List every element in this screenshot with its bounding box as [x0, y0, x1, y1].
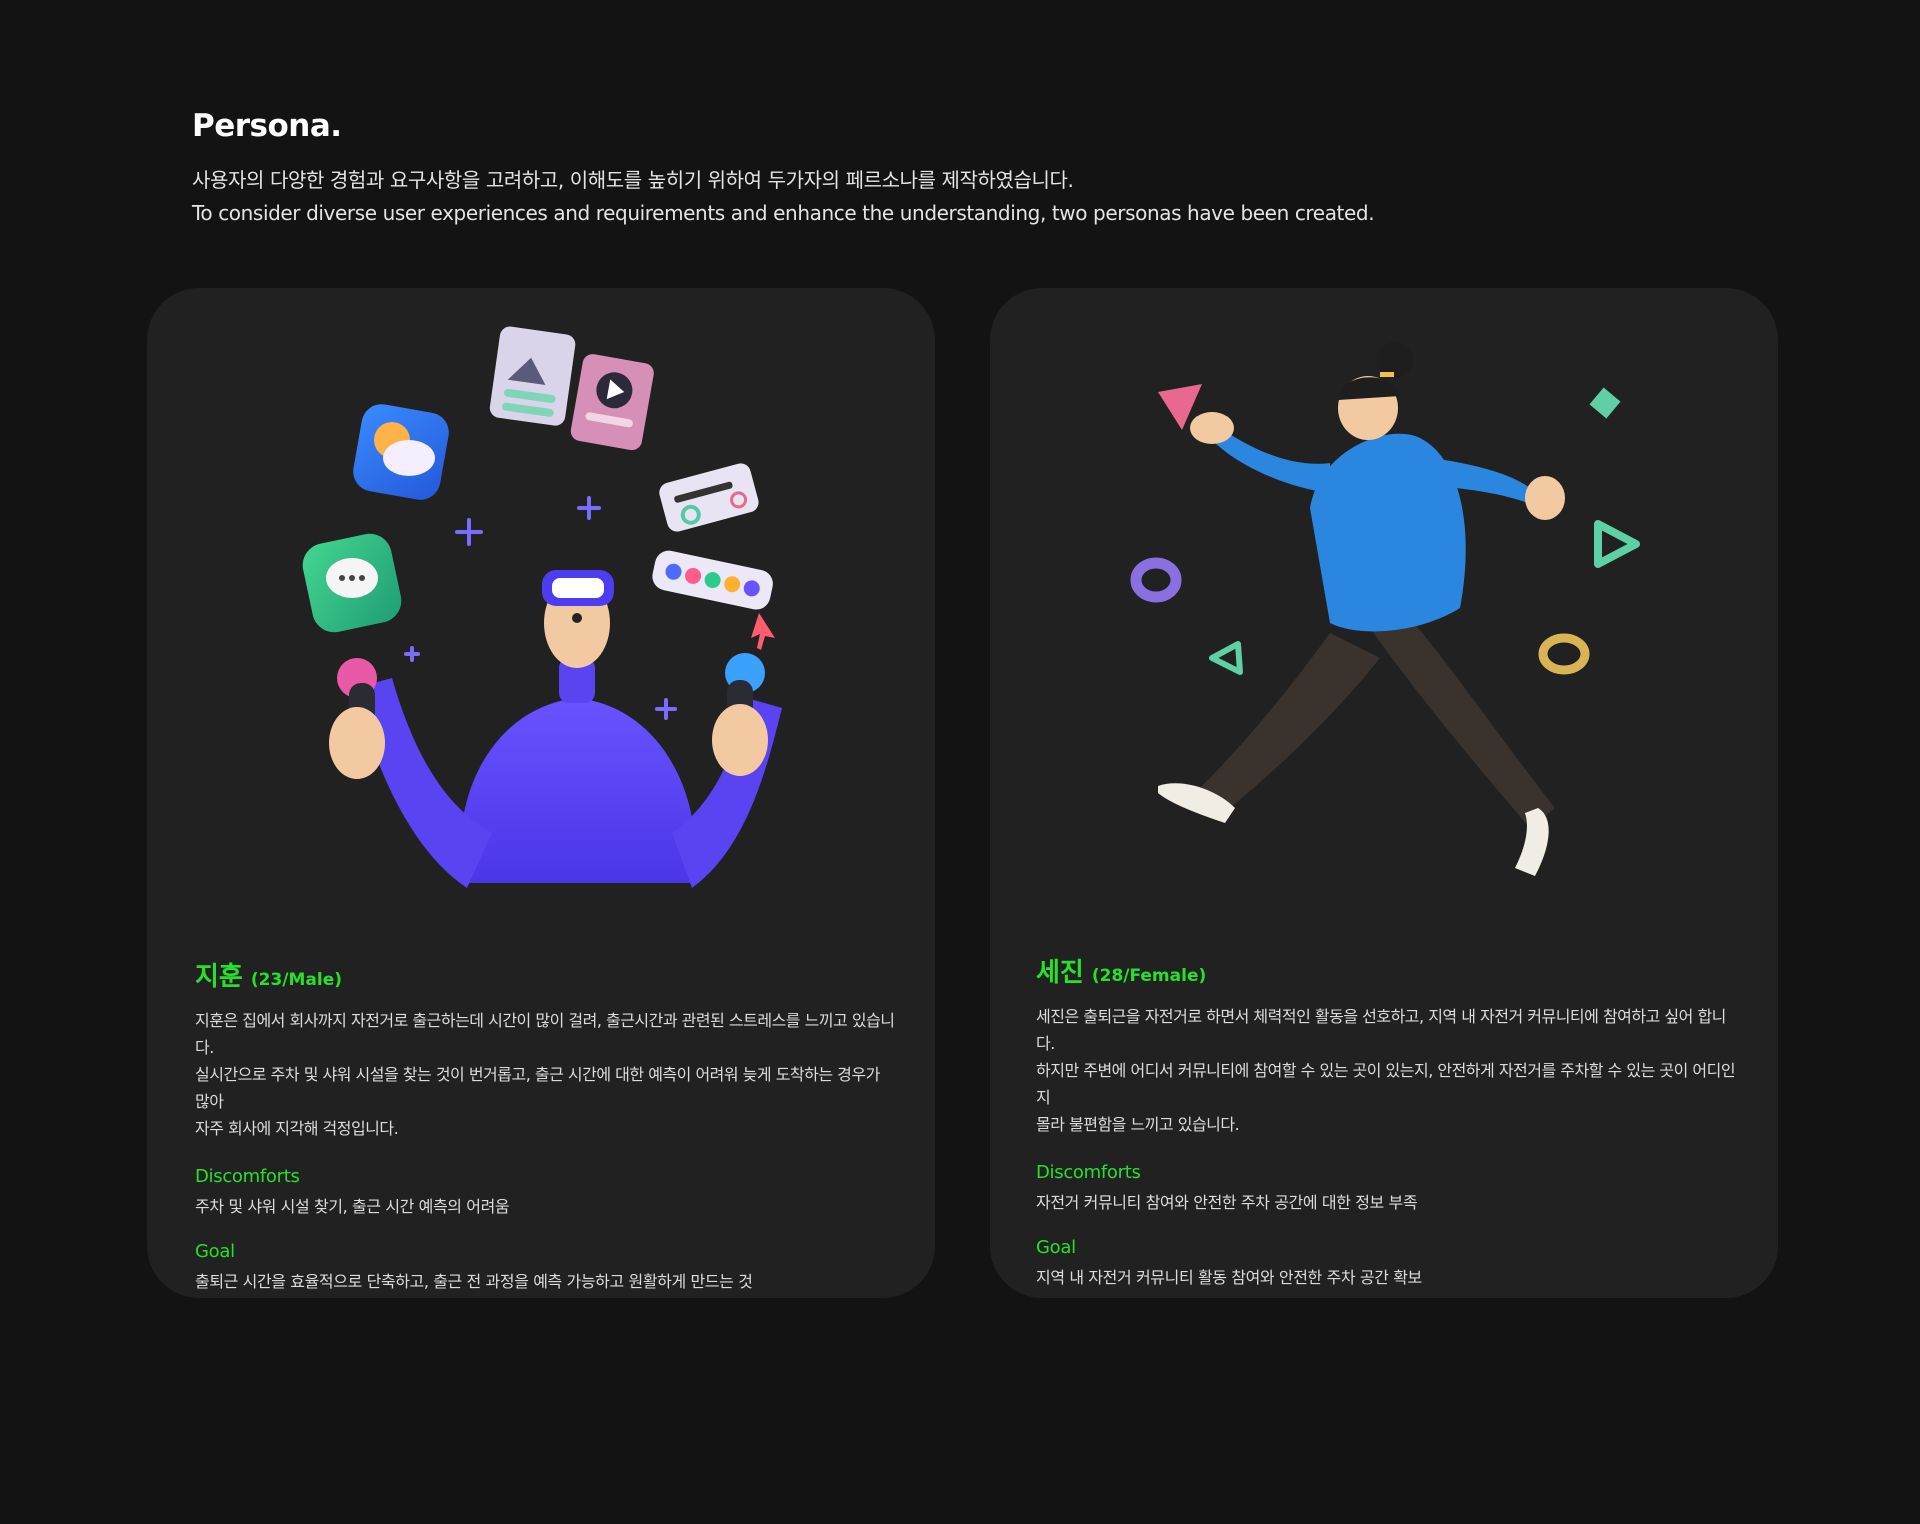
description-ko: 사용자의 다양한 경험과 요구사항을 고려하고, 이해도를 높히기 위하여 두가…: [192, 168, 1074, 192]
persona-meta: (23/Male): [250, 970, 342, 990]
green-triangle-right: [1594, 520, 1640, 568]
persona-description: 지훈은 집에서 회사까지 자전거로 출근하는데 시간이 많이 걸려, 출근시간과…: [195, 1011, 895, 1138]
discomforts-text: 주차 및 샤워 시설 찾기, 출근 시간 예측의 어려움: [195, 1197, 510, 1216]
image-card-icon: [489, 326, 576, 426]
persona-info-jihoon: 지훈 (23/Male) 지훈은 집에서 회사까지 자전거로 출근하는데 시간이…: [195, 956, 895, 1292]
weather-app-icon: [353, 404, 449, 500]
right-shoe: [1515, 808, 1549, 876]
persona-description: 세진은 출퇴근을 자전거로 하면서 체력적인 활동을 선호하고, 지역 내 자전…: [1036, 1007, 1736, 1134]
discomforts-title: Discomforts: [195, 1166, 300, 1187]
vr-man-illustration: [302, 326, 782, 888]
person-body: [460, 698, 696, 883]
left-arm: [355, 678, 492, 888]
persona-card-sejin: 세진 (28/Female) 세진은 출퇴근을 자전거로 하면서 체력적인 활동…: [990, 288, 1778, 1298]
discomforts-text: 자전거 커뮤니티 참여와 안전한 주차 공간에 대한 정보 부족: [1036, 1193, 1418, 1212]
persona-card-jihoon: 지훈 (23/Male) 지훈은 집에서 회사까지 자전거로 출근하는데 시간이…: [147, 288, 935, 1298]
persona-info-sejin: 세진 (28/Female) 세진은 출퇴근을 자전거로 하면서 체력적인 활동…: [1036, 952, 1736, 1288]
discomforts-title: Discomforts: [1036, 1162, 1141, 1183]
color-dots-bar: [652, 550, 773, 610]
green-diamond: [1589, 387, 1621, 419]
persona-name-row: 지훈 (23/Male): [195, 956, 895, 993]
green-triangle-small: [1209, 641, 1243, 675]
goal-title: Goal: [195, 1241, 235, 1262]
goal-title: Goal: [1036, 1237, 1076, 1258]
page-title: Persona.: [192, 108, 342, 144]
goal-text: 출퇴근 시간을 효율적으로 단축하고, 출근 전 과정을 예측 가능하고 원활하…: [195, 1272, 753, 1291]
left-arm: [1212, 428, 1330, 493]
plus-decorations: [404, 496, 677, 720]
video-card-icon: [570, 354, 654, 451]
right-hand: [1525, 476, 1565, 520]
settings-card-icon: [659, 463, 759, 532]
cursor-icon: [751, 613, 775, 650]
chat-app-icon: [302, 533, 402, 633]
persona-name-row: 세진 (28/Female): [1036, 952, 1736, 989]
walking-woman-illustration: [1130, 342, 1640, 876]
description-en: To consider diverse user experiences and…: [192, 201, 1375, 225]
page-header: Persona. 사용자의 다양한 경험과 요구사항을 고려하고, 이해도를 높…: [192, 108, 1692, 230]
right-leg: [1370, 618, 1555, 828]
goal-text: 지역 내 자전거 커뮤니티 활동 참여와 안전한 주차 공간 확보: [1036, 1268, 1422, 1287]
gold-ring: [1538, 633, 1590, 675]
left-hand: [1190, 412, 1234, 444]
persona-name: 세진: [1036, 958, 1084, 988]
purple-ring: [1130, 557, 1182, 603]
persona-meta: (28/Female): [1091, 966, 1207, 986]
persona-name: 지훈: [195, 962, 243, 992]
left-leg: [1200, 633, 1380, 808]
